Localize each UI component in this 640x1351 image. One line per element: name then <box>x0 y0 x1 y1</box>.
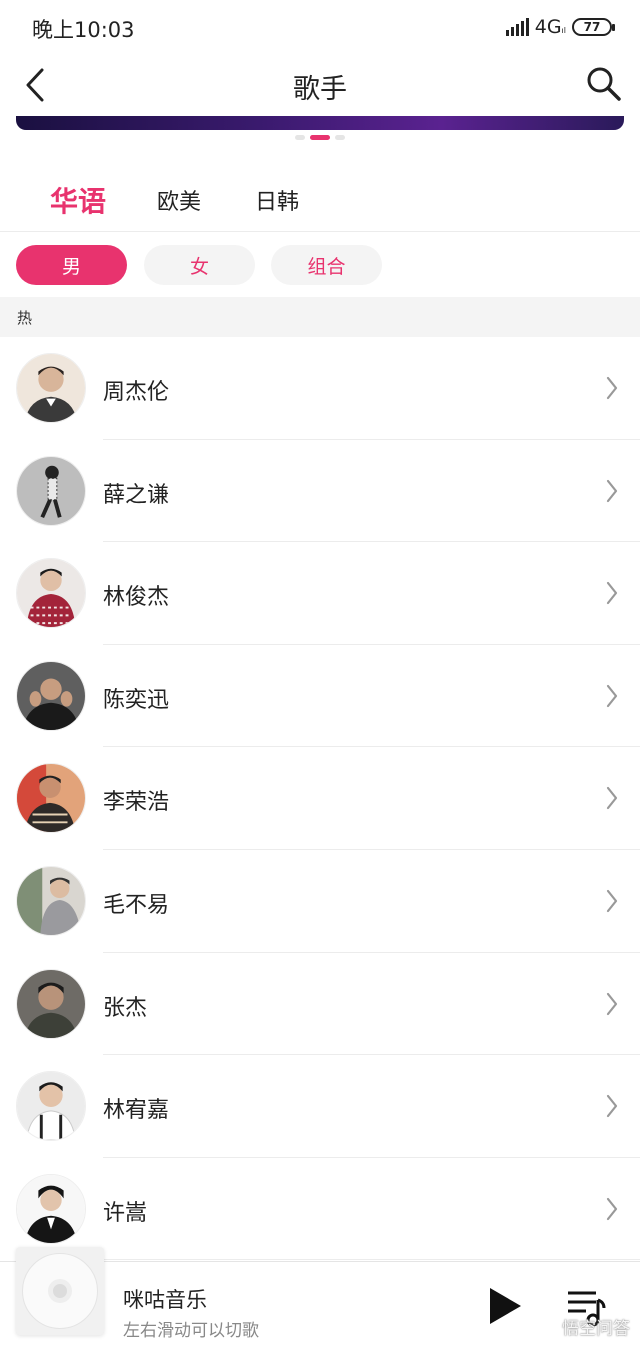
chevron-right-icon <box>606 376 618 400</box>
artist-row[interactable]: 许嵩 <box>0 1158 640 1261</box>
watermark: 悟空问答 <box>534 1314 630 1339</box>
avatar <box>16 763 86 834</box>
banner-dot-active <box>310 135 330 140</box>
page-title: 歌手 <box>293 74 347 105</box>
section-label: 热 <box>17 309 33 327</box>
artist-name: 张杰 <box>103 995 148 1021</box>
artist-name: 李荣浩 <box>103 790 170 816</box>
filter-group[interactable]: 组合 <box>271 245 382 285</box>
player-subtitle: 左右滑动可以切歌 <box>123 1321 259 1341</box>
banner-dot <box>295 135 305 140</box>
avatar <box>16 353 86 423</box>
tab-chinese[interactable]: 华语 <box>50 176 106 224</box>
avatar <box>16 1173 86 1244</box>
region-tabs: 华语 欧美 日韩 <box>0 176 640 232</box>
watermark-text: 悟空问答 <box>562 1319 630 1339</box>
status-time: 晚上10:03 <box>32 18 135 42</box>
artist-row[interactable]: 张杰 <box>0 953 640 1056</box>
battery-icon: 77 <box>572 18 615 36</box>
artist-row[interactable]: 周杰伦 <box>0 337 640 440</box>
status-indicators: 4Gıl 77 <box>505 14 615 40</box>
chevron-right-icon <box>606 479 618 502</box>
album-art[interactable] <box>16 1247 104 1335</box>
status-bar: 晚上10:03 4Gıl 77 <box>0 0 640 54</box>
artist-name: 林宥嘉 <box>103 1098 170 1124</box>
artist-list: 周杰伦 薛之谦 林俊杰 陈奕迅 李荣浩 毛不易 张杰 林宥嘉 许嵩 <box>0 337 640 1261</box>
disc-icon <box>22 1253 98 1329</box>
avatar <box>16 558 86 629</box>
chevron-right-icon <box>606 582 618 605</box>
artist-name: 林俊杰 <box>103 585 170 611</box>
tab-western[interactable]: 欧美 <box>157 176 201 224</box>
artist-name: 陈奕迅 <box>103 687 170 713</box>
section-header: 热 <box>0 297 640 337</box>
search-icon[interactable] <box>584 64 624 104</box>
artist-row[interactable]: 林宥嘉 <box>0 1055 640 1158</box>
artist-row[interactable]: 李荣浩 <box>0 747 640 850</box>
chevron-right-icon <box>606 1095 618 1118</box>
battery-level: 77 <box>583 20 601 34</box>
banner-carousel[interactable] <box>16 116 624 130</box>
chevron-right-icon <box>606 889 618 913</box>
signal-icon <box>505 18 529 36</box>
gender-filters: 男 女 组合 <box>0 245 640 285</box>
artist-row[interactable]: 陈奕迅 <box>0 645 640 748</box>
avatar <box>16 455 86 526</box>
mini-player[interactable]: 咪咕音乐 左右滑动可以切歌 悟空问答 <box>0 1247 640 1351</box>
avatar <box>16 865 86 936</box>
filter-female[interactable]: 女 <box>144 245 255 285</box>
avatar <box>16 1071 86 1142</box>
artist-row[interactable]: 薛之谦 <box>0 440 640 543</box>
tab-japan-korea[interactable]: 日韩 <box>255 176 299 224</box>
watermark-logo-icon <box>534 1319 558 1334</box>
play-icon[interactable] <box>487 1286 523 1326</box>
filter-male[interactable]: 男 <box>16 245 127 285</box>
chevron-right-icon <box>606 684 618 707</box>
banner-pagination <box>0 135 640 140</box>
network-type: 4Gıl <box>534 16 566 38</box>
avatar <box>16 968 86 1039</box>
chevron-right-icon <box>606 1197 618 1220</box>
artist-name: 许嵩 <box>103 1200 148 1226</box>
nav-bar: 歌手 <box>0 54 640 116</box>
artist-row[interactable]: 毛不易 <box>0 850 640 953</box>
artist-name: 薛之谦 <box>103 482 170 508</box>
chevron-right-icon <box>606 787 618 810</box>
artist-row[interactable]: 林俊杰 <box>0 542 640 645</box>
player-title: 咪咕音乐 <box>123 1288 207 1312</box>
artist-name: 毛不易 <box>103 892 170 918</box>
chevron-right-icon <box>606 992 618 1015</box>
avatar <box>16 660 86 731</box>
banner-dot <box>335 135 345 140</box>
artist-name: 周杰伦 <box>103 380 170 405</box>
